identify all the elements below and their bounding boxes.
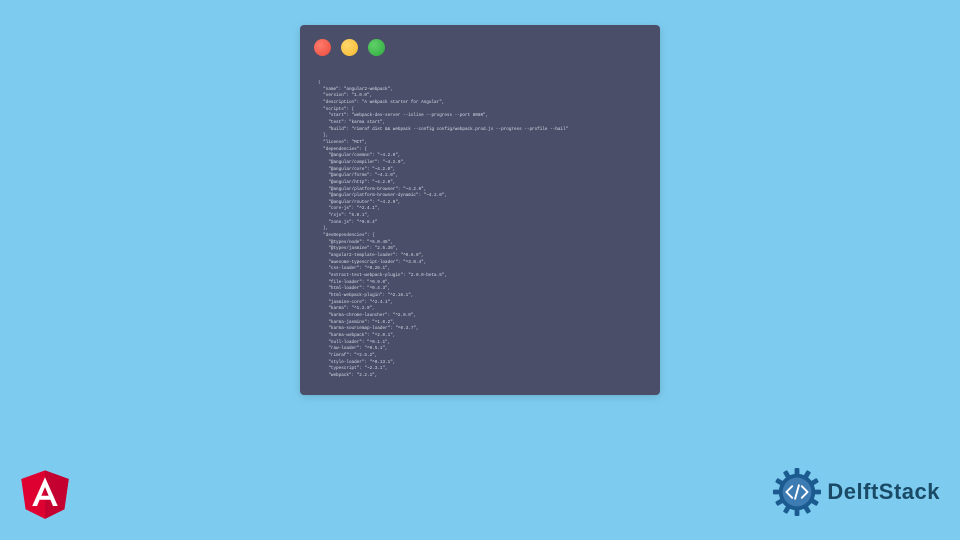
angular-logo-icon	[18, 464, 72, 522]
window-controls	[314, 39, 385, 56]
delftstack-brand-text: DelftStack	[827, 479, 940, 505]
minimize-icon[interactable]	[341, 39, 358, 56]
delftstack-gear-icon	[773, 468, 821, 516]
code-window: { "name": "angular2-webpack", "version":…	[300, 25, 660, 395]
code-content: { "name": "angular2-webpack", "version":…	[318, 80, 642, 377]
close-icon[interactable]	[314, 39, 331, 56]
delftstack-logo: DelftStack	[773, 468, 940, 516]
zoom-icon[interactable]	[368, 39, 385, 56]
